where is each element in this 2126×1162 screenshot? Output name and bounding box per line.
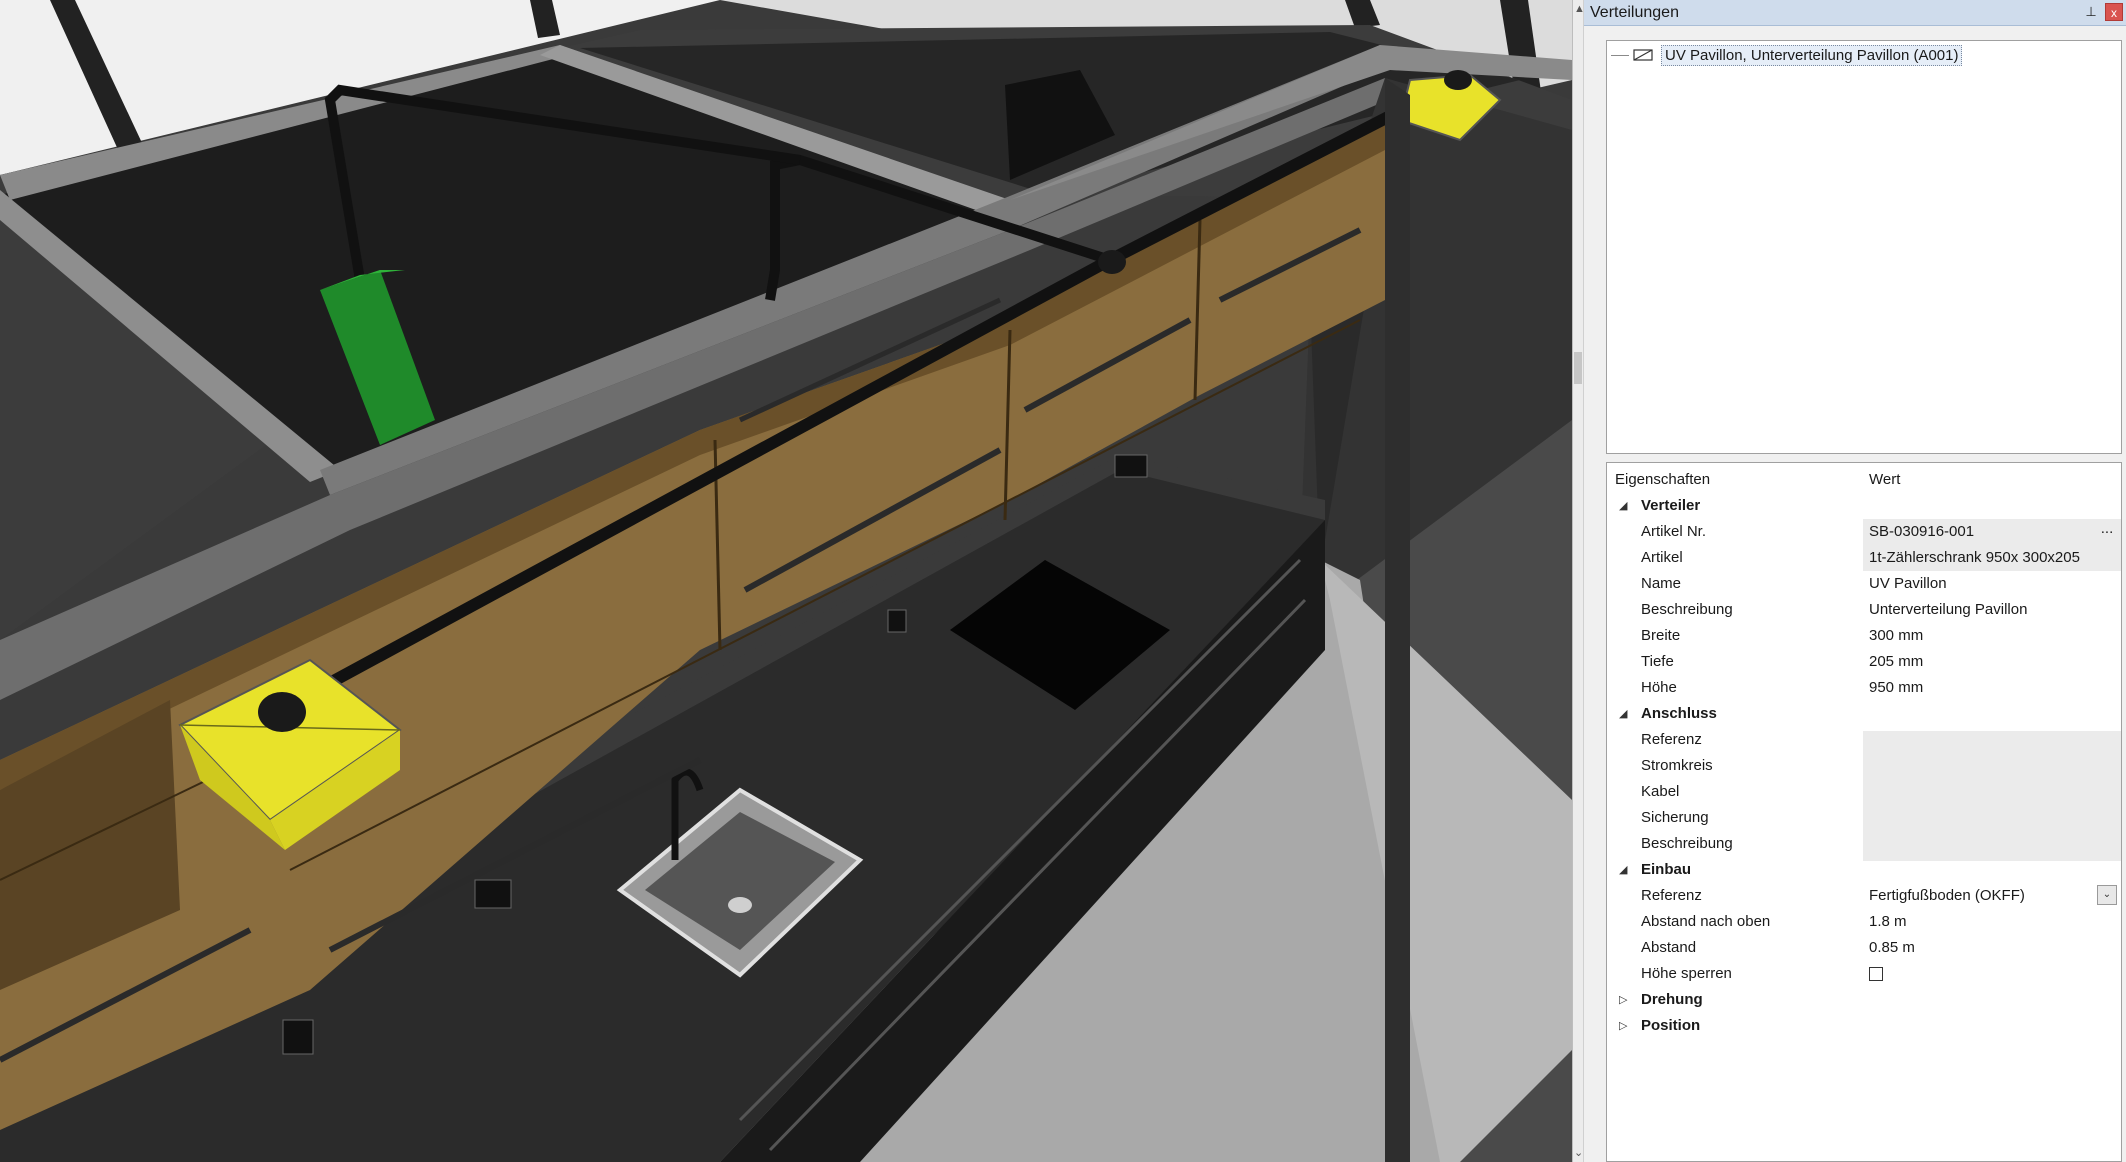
tree-item-label[interactable]: UV Pavillon, Unterverteilung Pavillon (A… xyxy=(1661,44,1963,66)
property-row-anschluss-beschreibung[interactable]: Beschreibung xyxy=(1607,831,2121,857)
property-label: Abstand xyxy=(1641,939,1697,956)
panel-title: Verteilungen xyxy=(1590,4,1679,21)
property-label: Artikel Nr. xyxy=(1641,523,1707,540)
property-row-stromkreis[interactable]: Stromkreis xyxy=(1607,753,2121,779)
category-label: Drehung xyxy=(1641,991,1703,1008)
chevron-down-icon[interactable]: ⌄ xyxy=(2097,885,2117,905)
property-value[interactable]: 1.8 m xyxy=(1869,913,1907,930)
property-label: Tiefe xyxy=(1641,653,1674,670)
property-grid-header: Eigenschaften Wert xyxy=(1607,467,2121,493)
category-einbau[interactable]: ◢ Einbau xyxy=(1607,857,2121,883)
property-value[interactable]: 950 mm xyxy=(1869,679,1923,696)
property-row-anschluss-referenz[interactable]: Referenz xyxy=(1607,727,2121,753)
property-value[interactable]: 300 mm xyxy=(1869,627,1923,644)
property-label: Sicherung xyxy=(1641,809,1709,826)
panel-header: Verteilungen ⊥ x xyxy=(1584,0,2126,26)
property-row-einbau-referenz[interactable]: Referenz Fertigfußboden (OKFF) ⌄ xyxy=(1607,883,2121,909)
3d-viewport[interactable] xyxy=(0,0,1572,1162)
collapsed-icon[interactable]: ▷ xyxy=(1619,993,1627,1006)
expanded-icon[interactable]: ◢ xyxy=(1619,863,1627,876)
category-verteiler[interactable]: ◢ Verteiler xyxy=(1607,493,2121,519)
scroll-thumb[interactable] xyxy=(1574,352,1582,384)
category-drehung[interactable]: ▷ Drehung xyxy=(1607,987,2121,1013)
conduit-joint xyxy=(1444,70,1472,90)
property-label: Abstand nach oben xyxy=(1641,913,1771,930)
property-row-beschreibung[interactable]: Beschreibung Unterverteilung Pavillon xyxy=(1607,597,2121,623)
property-row-artikel[interactable]: Artikel 1t-Zählerschrank 950x 300x205 xyxy=(1607,545,2121,571)
property-value[interactable]: UV Pavillon xyxy=(1869,575,1947,592)
property-label: Kabel xyxy=(1641,783,1680,800)
expanded-icon[interactable]: ◢ xyxy=(1619,707,1627,720)
close-icon[interactable]: x xyxy=(2105,3,2123,21)
property-label: Beschreibung xyxy=(1641,835,1733,852)
scroll-up-icon[interactable]: ▲ xyxy=(1574,2,1585,16)
property-row-tiefe[interactable]: Tiefe 205 mm xyxy=(1607,649,2121,675)
collapsed-icon[interactable]: ▷ xyxy=(1619,1019,1627,1032)
category-label: Einbau xyxy=(1641,861,1692,878)
lock-height-checkbox[interactable] xyxy=(1869,967,1883,981)
property-value[interactable]: 1t-Zählerschrank 950x 300x205 xyxy=(1869,549,2080,566)
socket xyxy=(1114,454,1148,478)
ellipsis-button[interactable]: ... xyxy=(2097,521,2117,543)
property-label: Artikel xyxy=(1641,549,1683,566)
category-anschluss[interactable]: ◢ Anschluss xyxy=(1607,701,2121,727)
sink-drain xyxy=(728,897,752,913)
property-label: Beschreibung xyxy=(1641,601,1733,618)
property-row-name[interactable]: Name UV Pavillon xyxy=(1607,571,2121,597)
category-position[interactable]: ▷ Position xyxy=(1607,1013,2121,1039)
category-label: Position xyxy=(1641,1017,1701,1034)
column xyxy=(1385,78,1410,1162)
distribution-box-icon xyxy=(1633,49,1653,61)
property-row-breite[interactable]: Breite 300 mm xyxy=(1607,623,2121,649)
property-label: Stromkreis xyxy=(1641,757,1713,774)
socket xyxy=(887,609,907,633)
tree-item-uv-pavillon[interactable]: UV Pavillon, Unterverteilung Pavillon (A… xyxy=(1611,43,1963,67)
property-row-abstand[interactable]: Abstand 0.85 m xyxy=(1607,935,2121,961)
property-label: Höhe xyxy=(1641,679,1677,696)
column-header-properties: Eigenschaften xyxy=(1615,471,1711,488)
reference-select-value[interactable]: Fertigfußboden (OKFF) xyxy=(1869,887,2025,904)
property-row-hoehe[interactable]: Höhe 950 mm xyxy=(1607,675,2121,701)
property-value[interactable]: 0.85 m xyxy=(1869,939,1915,956)
vertical-scrollbar[interactable] xyxy=(1572,0,1584,1162)
column-header-value: Wert xyxy=(1869,471,1901,488)
tree-connector xyxy=(1611,54,1629,56)
distribution-panel: Verteilungen ⊥ x UV Pavillon, Unterverte… xyxy=(1584,0,2126,1162)
conduit-joint xyxy=(258,692,306,732)
distribution-tree[interactable]: UV Pavillon, Unterverteilung Pavillon (A… xyxy=(1606,40,2122,454)
property-value[interactable]: Unterverteilung Pavillon xyxy=(1869,601,2027,618)
property-row-kabel[interactable]: Kabel xyxy=(1607,779,2121,805)
property-row-abstand-oben[interactable]: Abstand nach oben 1.8 m xyxy=(1607,909,2121,935)
expanded-icon[interactable]: ◢ xyxy=(1619,499,1627,512)
property-label: Höhe sperren xyxy=(1641,965,1732,982)
property-label: Referenz xyxy=(1641,731,1702,748)
property-label: Name xyxy=(1641,575,1682,592)
conduit-joint xyxy=(1098,250,1126,274)
property-row-hoehe-sperren[interactable]: Höhe sperren xyxy=(1607,961,2121,987)
property-label: Referenz xyxy=(1641,887,1702,904)
scene-render xyxy=(0,0,1572,1162)
socket xyxy=(282,1019,314,1055)
property-row-sicherung[interactable]: Sicherung xyxy=(1607,805,2121,831)
category-label: Anschluss xyxy=(1641,705,1717,722)
scroll-down-icon[interactable]: ⌄ xyxy=(1574,1146,1583,1160)
socket xyxy=(474,879,512,909)
property-value[interactable]: SB-030916-001 xyxy=(1869,523,1974,540)
category-label: Verteiler xyxy=(1641,497,1701,514)
property-row-artikel-nr[interactable]: Artikel Nr. SB-030916-001 ... xyxy=(1607,519,2121,545)
property-label: Breite xyxy=(1641,627,1681,644)
pin-icon[interactable]: ⊥ xyxy=(2082,3,2100,21)
property-grid[interactable]: Eigenschaften Wert ◢ Verteiler Artikel N… xyxy=(1606,462,2122,1162)
property-value[interactable]: 205 mm xyxy=(1869,653,1923,670)
